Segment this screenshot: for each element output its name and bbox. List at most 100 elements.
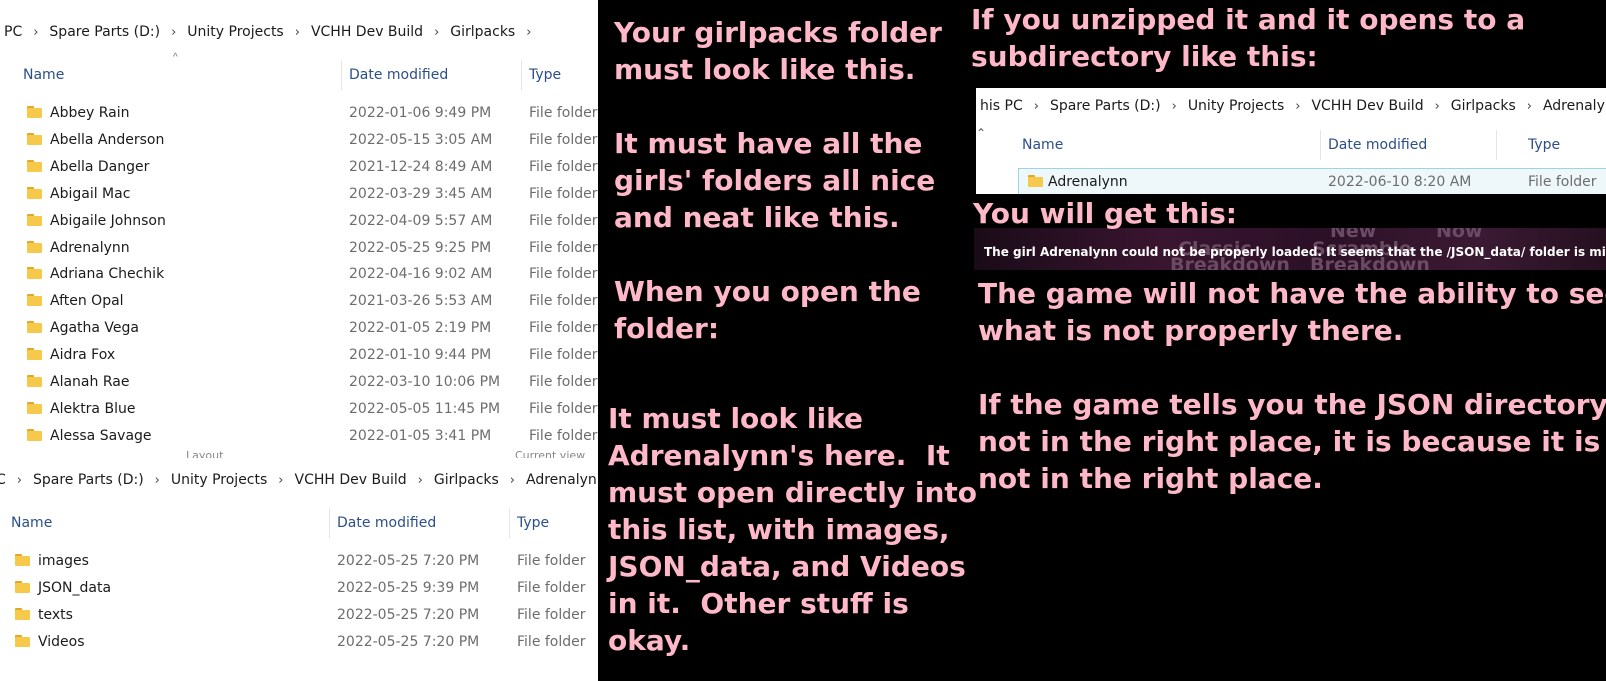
file-type: File folder [529, 347, 598, 364]
file-row[interactable]: texts 2022-05-25 7:20 PM File folder [0, 602, 598, 628]
file-row[interactable]: JSON_data 2022-05-25 9:39 PM File folder [0, 575, 598, 601]
file-type: File folder [529, 374, 598, 390]
file-date-modified: 2022-05-25 7:20 PM [337, 607, 480, 623]
chevron-right-icon[interactable]: › [1034, 99, 1039, 114]
breadcrumb-segment[interactable]: PC [4, 24, 22, 40]
note-adrenalynn-folder: It must look like Adrenalynn's here. It … [608, 402, 978, 657]
game-menu-text: Now [1436, 228, 1483, 242]
breadcrumb-segment[interactable]: Adrenalynn [526, 472, 598, 488]
column-type[interactable]: Type [1528, 137, 1560, 153]
folder-icon [27, 401, 42, 414]
column-type[interactable]: Type [517, 515, 549, 531]
breadcrumb-segment[interactable]: Adrenalynn [1543, 98, 1606, 114]
chevron-right-icon[interactable]: › [278, 473, 283, 488]
column-name[interactable]: Name [11, 515, 52, 531]
file-row[interactable]: Alessa Savage 2022-01-05 3:41 PM File fold… [0, 423, 598, 449]
file-name: images [38, 553, 89, 569]
breadcrumb-segment[interactable]: Unity Projects [187, 24, 283, 40]
chevron-right-icon[interactable]: › [1172, 99, 1177, 114]
file-row[interactable]: Adrenalynn 2022-06-10 8:20 AM File folder [976, 169, 1606, 194]
chevron-right-icon[interactable]: › [17, 473, 22, 488]
file-name: Agatha Vega [50, 320, 140, 337]
breadcrumb-segment[interactable]: Girlpacks [434, 472, 499, 488]
file-row[interactable]: Videos 2022-05-25 7:20 PM File folder [0, 629, 598, 655]
file-row[interactable]: Abigail Mac 2022-03-29 3:45 AM File folder [0, 181, 598, 207]
breadcrumb-segment[interactable]: VCHH Dev Build [1311, 98, 1423, 114]
file-row[interactable]: Abella Danger 2021-12-24 8:49 AM File fold… [0, 154, 598, 180]
folder-icon [15, 554, 30, 566]
column-name[interactable]: Name [23, 67, 64, 83]
chevron-right-icon[interactable]: › [33, 25, 38, 40]
file-date-modified: 2022-01-05 3:41 PM [349, 427, 492, 444]
chevron-right-icon[interactable]: › [1527, 99, 1532, 114]
note-girlpacks-folder: Your girlpacks folder must look like thi… [614, 16, 942, 345]
ribbon-label-current-view: Current view [515, 449, 586, 458]
breadcrumb-segment[interactable]: C [0, 472, 6, 488]
file-type: File folder [529, 105, 598, 121]
chevron-right-icon[interactable]: › [434, 25, 439, 40]
breadcrumb[interactable]: C › Spare Parts (D:) › Unity Projects › VCHH D… [0, 464, 598, 496]
file-date-modified: 2022-01-05 2:19 PM [349, 320, 492, 337]
file-row[interactable]: Alanah Rae 2022-03-10 10:06 PM File folder [0, 369, 598, 395]
file-row[interactable]: images 2022-05-25 7:20 PM File folder [0, 548, 598, 574]
column-name[interactable]: Name [1022, 137, 1063, 153]
column-date-modified[interactable]: Date modified [337, 515, 436, 531]
file-name: Alektra Blue [50, 400, 136, 417]
file-row[interactable]: Adrenalynn 2022-05-25 9:25 PM File folder [0, 235, 598, 261]
note-subdirectory: If you unzipped it and it opens to a sub… [971, 3, 1526, 73]
file-date-modified: 2022-05-25 7:20 PM [337, 634, 480, 650]
file-row[interactable]: Aidra Fox 2022-01-10 9:44 PM File folder [0, 342, 598, 368]
file-type: File folder [529, 158, 598, 175]
chevron-right-icon[interactable]: › [1435, 99, 1440, 114]
column-type[interactable]: Type [529, 67, 561, 83]
file-type: File folder [517, 634, 586, 650]
file-name: Adrenalynn [1048, 174, 1128, 190]
file-name: Abigaile Johnson [50, 212, 166, 229]
breadcrumb-segment[interactable]: Girlpacks [450, 24, 515, 40]
breadcrumb-segment[interactable]: VCHH Dev Build [295, 472, 407, 488]
game-error-screenshot: New Now Classic Scramble Breakdown Break… [974, 228, 1606, 270]
folder-icon [27, 375, 42, 387]
breadcrumb-segment[interactable]: Spare Parts (D:) [33, 472, 144, 488]
breadcrumb-segment[interactable]: Girlpacks [1451, 98, 1516, 114]
file-date-modified: 2022-04-16 9:02 AM [349, 266, 493, 283]
chevron-right-icon[interactable]: › [155, 473, 160, 488]
chevron-right-icon[interactable]: › [526, 25, 531, 40]
chevron-right-icon[interactable]: › [171, 25, 176, 40]
chevron-right-icon[interactable]: › [295, 25, 300, 40]
breadcrumb-segment[interactable]: VCHH Dev Build [311, 24, 423, 40]
chevron-right-icon[interactable]: › [418, 473, 423, 488]
breadcrumb-segment[interactable]: Unity Projects [171, 472, 267, 488]
folder-icon [27, 159, 42, 172]
breadcrumb-segment[interactable]: Spare Parts (D:) [1050, 98, 1161, 114]
column-date-modified[interactable]: Date modified [349, 67, 448, 83]
file-name: Abigail Mac [50, 185, 131, 202]
folder-icon [27, 186, 42, 199]
folder-icon [27, 428, 42, 441]
file-row[interactable]: Adriana Chechik 2022-04-16 9:02 AM File fo… [0, 261, 598, 287]
breadcrumb[interactable]: PC › Spare Parts (D:) › Unity Projects › VCHH … [4, 16, 598, 48]
file-type: File folder [529, 427, 598, 444]
breadcrumb[interactable]: his PC › Spare Parts (D:) › Unity Projects › V… [980, 90, 1606, 122]
file-date-modified: 2022-05-15 3:05 AM [349, 131, 493, 148]
file-type: File folder [517, 607, 586, 623]
file-date-modified: 2022-03-29 3:45 AM [349, 185, 493, 202]
breadcrumb-segment[interactable]: Spare Parts (D:) [49, 24, 160, 40]
file-row[interactable]: Abigaile Johnson 2022-04-09 5:57 AM File f… [0, 208, 598, 234]
file-date-modified: 2022-01-10 9:44 PM [349, 347, 492, 364]
file-row[interactable]: Agatha Vega 2022-01-05 2:19 PM File folder [0, 315, 598, 341]
breadcrumb-segment[interactable]: his PC [980, 98, 1023, 114]
file-row[interactable]: Aften Opal 2021-03-26 5:53 AM File folder [0, 288, 598, 314]
chevron-right-icon[interactable]: › [510, 473, 515, 488]
file-row[interactable]: Abbey Rain 2022-01-06 9:49 PM File folder [0, 100, 598, 126]
breadcrumb-segment[interactable]: Unity Projects [1188, 98, 1284, 114]
file-row[interactable]: Abella Anderson 2022-05-15 3:05 AM File fo… [0, 127, 598, 153]
column-date-modified[interactable]: Date modified [1328, 137, 1427, 153]
file-name: Alanah Rae [50, 374, 130, 390]
file-row[interactable]: Alektra Blue 2022-05-05 11:45 PM File fold… [0, 396, 598, 422]
file-name: Alessa Savage [50, 427, 152, 444]
file-name: Abbey Rain [50, 105, 130, 121]
folder-icon [27, 321, 42, 334]
file-name: texts [38, 607, 73, 623]
chevron-right-icon[interactable]: › [1295, 99, 1300, 114]
